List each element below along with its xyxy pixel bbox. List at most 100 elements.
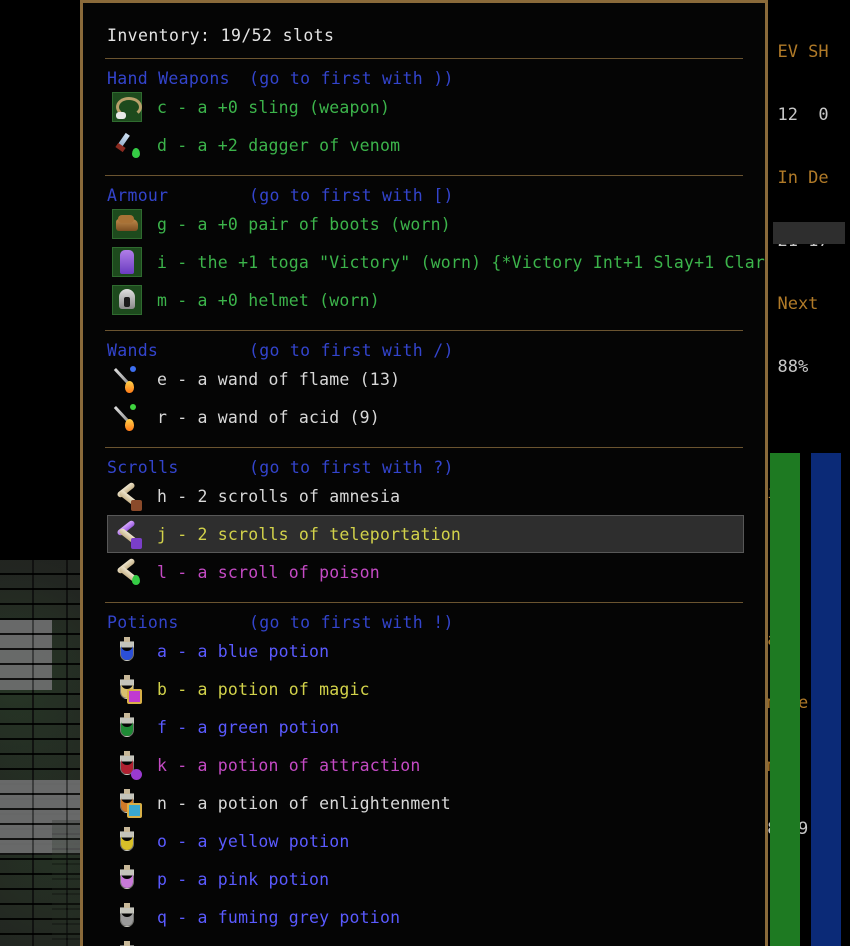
section-jump-hint: (go to first with [): [249, 186, 454, 205]
potion-blue-icon: [112, 636, 142, 666]
section-jump-hint: (go to first with ?): [249, 458, 454, 477]
sling-icon: [112, 92, 142, 122]
inventory-item-e[interactable]: e - a wand of flame (13): [108, 360, 743, 398]
wand-gem: [130, 404, 136, 410]
scroll-teleport-icon: [112, 519, 142, 549]
inventory-item-label: i - the +1 toga "Victory" (worn) {*Victo…: [157, 252, 768, 272]
inventory-item-label: q - a fuming grey potion: [157, 907, 401, 927]
section-name: Potions: [107, 613, 179, 632]
scroll-amnesia-icon: [112, 481, 142, 511]
inventory-item-l[interactable]: l - a scroll of poison: [108, 553, 743, 591]
mp-bar: [811, 453, 841, 946]
section-jump-hint: (go to first with )): [249, 69, 454, 88]
section-name: Hand Weapons: [107, 69, 230, 88]
inventory-item-label: r - a wand of acid (9): [157, 407, 380, 427]
inventory-item-label: g - a +0 pair of boots (worn): [157, 214, 451, 234]
potion-magic-icon: [112, 674, 142, 704]
hud-spacer: [755, 420, 850, 441]
flame-glyph: [125, 419, 134, 431]
inventory-item-label: h - 2 scrolls of amnesia: [157, 486, 401, 506]
inventory-item-label: p - a pink potion: [157, 869, 330, 889]
scroll-poison-icon: [112, 557, 142, 587]
inventory-item-label: n - a potion of enlightenment: [157, 793, 451, 813]
section-name: Armour: [107, 186, 169, 205]
enlightenment-sigil: [127, 803, 142, 818]
inventory-item-c[interactable]: c - a +0 sling (weapon): [108, 88, 743, 126]
inventory-item-p[interactable]: p - a pink potion: [108, 860, 743, 898]
section-header-armour: Armour (go to first with [): [83, 176, 765, 205]
inventory-item-s[interactable]: s - a potion of heal wounds: [108, 936, 743, 946]
amnesia-sigil: [131, 500, 142, 511]
inventory-item-i[interactable]: i - the +1 toga "Victory" (worn) {*Victo…: [108, 243, 765, 281]
inventory-item-label: e - a wand of flame (13): [157, 369, 401, 389]
boots-cuff: [118, 215, 134, 223]
helmet-shell: [119, 289, 135, 309]
inventory-item-label: b - a potion of magic: [157, 679, 370, 699]
dagger-hilt: [115, 142, 126, 153]
toga-cloth: [120, 250, 134, 274]
wand-gem: [130, 366, 136, 372]
dungeon-floor-tiles: [52, 820, 80, 946]
section-header-potions: Potions (go to first with !): [83, 603, 765, 632]
noise-meter-bar: [773, 222, 845, 244]
inventory-item-label: o - a yellow potion: [157, 831, 350, 851]
poison-drop: [132, 575, 140, 585]
inventory-item-h[interactable]: h - 2 scrolls of amnesia: [108, 477, 743, 515]
inventory-item-n[interactable]: n - a potion of enlightenment: [108, 784, 743, 822]
helmet-icon: [112, 285, 142, 315]
potion-grey-icon: [112, 902, 142, 932]
inventory-item-k[interactable]: k - a potion of attraction: [108, 746, 743, 784]
inventory-item-a[interactable]: a - a blue potion: [108, 632, 743, 670]
hud-line: 5 12 0: [757, 105, 829, 125]
inventory-item-label: c - a +0 sling (weapon): [157, 97, 391, 117]
inventory-item-d[interactable]: d - a +2 dagger of venom: [108, 126, 743, 164]
dagger-icon: [112, 130, 142, 160]
inventory-item-f[interactable]: f - a green potion: [108, 708, 743, 746]
section-name: Scrolls: [107, 458, 179, 477]
section-name: Wands: [107, 341, 159, 360]
toga-icon: [112, 247, 142, 277]
inventory-title: Inventory: 19/52 slots: [107, 26, 335, 45]
teleport-sigil: [131, 538, 142, 549]
potion-heal-icon: [112, 940, 142, 946]
hud-line: t In De: [757, 168, 829, 188]
venom-drop: [132, 148, 140, 158]
inventory-item-b[interactable]: b - a potion of magic: [108, 670, 743, 708]
hud-line: _ Next: [757, 294, 819, 314]
wand-flame-icon: [112, 364, 142, 394]
inventory-item-r[interactable]: r - a wand of acid (9): [108, 398, 743, 436]
section-jump-hint: (go to first with /): [249, 341, 454, 360]
inventory-panel: Inventory: 19/52 slots Hand Weapons (go t…: [80, 0, 768, 946]
potion-attraction-icon: [112, 750, 142, 780]
inventory-item-q[interactable]: q - a fuming grey potion: [108, 898, 743, 936]
magic-sigil: [127, 689, 142, 704]
inventory-sections: Hand Weapons (go to first with )) c - a +0…: [83, 59, 765, 946]
attraction-sigil: [131, 769, 142, 780]
inventory-item-label: j - 2 scrolls of teleportation: [157, 524, 462, 544]
inventory-item-label: d - a +2 dagger of venom: [157, 135, 401, 155]
section-header-hand-weapons: Hand Weapons (go to first with )): [83, 59, 765, 88]
dungeon-lit-wall-tiles: [0, 620, 52, 690]
boots-icon: [112, 209, 142, 239]
hud-line: 5 88%: [757, 357, 809, 377]
inventory-item-o[interactable]: o - a yellow potion: [108, 822, 743, 860]
inventory-item-label: k - a potion of attraction: [157, 755, 421, 775]
section-jump-hint: (go to first with !): [249, 613, 454, 632]
hp-bar: [770, 453, 800, 946]
section-header-wands: Wands (go to first with /): [83, 331, 765, 360]
potion-yellow-icon: [112, 826, 142, 856]
wand-acid-icon: [112, 402, 142, 432]
inventory-item-label: f - a green potion: [157, 717, 340, 737]
inventory-item-m[interactable]: m - a +0 helmet (worn): [108, 281, 743, 319]
inventory-item-g[interactable]: g - a +0 pair of boots (worn): [108, 205, 743, 243]
section-header-scrolls: Scrolls (go to first with ?): [83, 448, 765, 477]
flame-glyph: [125, 381, 134, 393]
inventory-item-label: a - a blue potion: [157, 641, 330, 661]
sling-pouch: [116, 112, 126, 119]
hud-line: C EV SH: [757, 42, 829, 62]
potion-green-icon: [112, 712, 142, 742]
potion-pink-icon: [112, 864, 142, 894]
potion-enlightenment-icon: [112, 788, 142, 818]
inventory-item-j[interactable]: j - 2 scrolls of teleportation: [107, 515, 744, 553]
inventory-item-label: m - a +0 helmet (worn): [157, 290, 380, 310]
